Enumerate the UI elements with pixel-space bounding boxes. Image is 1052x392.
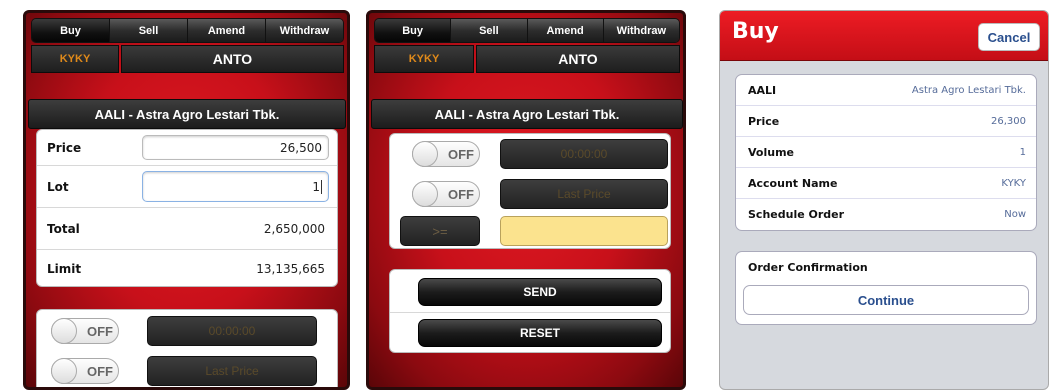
toggle-knob	[51, 358, 77, 384]
lot-row: Lot 1	[37, 166, 337, 208]
tab-buy[interactable]: Buy	[32, 19, 110, 42]
total-value: 2,650,000	[263, 221, 325, 236]
order-summary-table: AALI Astra Agro Lestari Tbk. Price 26,30…	[735, 74, 1037, 231]
toggle-knob	[412, 141, 438, 167]
price-toggle[interactable]: OFF	[51, 358, 119, 384]
nav-bar: Buy Cancel	[720, 11, 1048, 61]
summary-row: Price 26,300	[736, 106, 1036, 137]
tab-sell[interactable]: Sell	[451, 19, 528, 42]
toggle-knob	[412, 181, 438, 207]
summary-value: KYKY	[1001, 177, 1026, 189]
tab-amend[interactable]: Amend	[188, 19, 266, 42]
limit-value: 13,135,665	[256, 262, 325, 276]
summary-label: Schedule Order	[748, 208, 845, 221]
time-toggle[interactable]: OFF	[412, 141, 480, 167]
confirmation-section: Order Confirmation Continue	[735, 251, 1037, 325]
summary-label: Volume	[748, 145, 794, 159]
text-caret	[321, 179, 322, 194]
time-toggle[interactable]: OFF	[51, 318, 119, 344]
order-type-tabs: Buy Sell Amend Withdraw	[374, 18, 680, 43]
last-price-field[interactable]: Last Price	[147, 356, 317, 386]
price-value: 26,500	[280, 140, 322, 155]
order-confirmation-label: Order Confirmation	[748, 261, 868, 274]
price-toggle[interactable]: OFF	[412, 181, 480, 207]
order-screen-buy: Buy Sell Amend Withdraw KYKY ANTO AALI -…	[23, 10, 350, 390]
limit-row: Limit 13,135,665	[37, 250, 337, 286]
summary-value: 26,300	[991, 115, 1026, 127]
summary-value: 1	[1019, 146, 1026, 158]
summary-label: AALI	[748, 83, 777, 97]
stock-selector[interactable]: AALI - Astra Agro Lestari Tbk.	[371, 99, 683, 129]
tab-amend[interactable]: Amend	[527, 19, 604, 42]
order-confirmation-screen: Buy Cancel AALI Astra Agro Lestari Tbk. …	[719, 10, 1049, 390]
price-label: Price	[47, 140, 82, 155]
summary-row: Account Name KYKY	[736, 168, 1036, 199]
toggle-knob	[51, 318, 77, 344]
lot-input[interactable]: 1	[142, 171, 329, 202]
order-form: Price 26,500 Lot 1 Total 2,650,000 Limit…	[36, 129, 338, 287]
price-input[interactable]: 26,500	[142, 135, 329, 160]
continue-button[interactable]: Continue	[743, 285, 1029, 315]
operator-selector[interactable]: >=	[400, 216, 480, 246]
summary-row: AALI Astra Agro Lestari Tbk.	[736, 75, 1036, 106]
action-panel: SEND RESET	[389, 269, 671, 353]
schedule-panel: OFF 00:00:00 OFF Last Price	[36, 309, 338, 387]
account-name[interactable]: ANTO	[476, 45, 680, 73]
limit-label: Limit	[47, 262, 82, 276]
toggle-off-label: OFF	[448, 186, 474, 202]
price-row: Price 26,500	[37, 130, 337, 166]
summary-label: Account Name	[748, 176, 838, 190]
order-type-tabs: Buy Sell Amend Withdraw	[31, 18, 344, 43]
time-field[interactable]: 00:00:00	[500, 139, 668, 169]
tab-withdraw[interactable]: Withdraw	[266, 19, 343, 42]
toggle-off-label: OFF	[448, 146, 474, 162]
toggle-off-label: OFF	[87, 323, 113, 339]
page-title: Buy	[732, 19, 779, 44]
summary-row: Volume 1	[736, 137, 1036, 168]
total-label: Total	[47, 221, 80, 236]
time-field[interactable]: 00:00:00	[147, 316, 317, 346]
summary-label: Price	[748, 114, 780, 128]
account-name[interactable]: ANTO	[121, 45, 344, 73]
account-code[interactable]: KYKY	[31, 45, 119, 73]
tab-buy[interactable]: Buy	[375, 19, 452, 42]
tab-sell[interactable]: Sell	[110, 19, 188, 42]
lot-value: 1	[312, 179, 320, 194]
schedule-panel: OFF 00:00:00 OFF Last Price >=	[389, 133, 671, 249]
account-code[interactable]: KYKY	[374, 45, 474, 73]
total-row: Total 2,650,000	[37, 208, 337, 250]
trigger-price-input[interactable]	[500, 216, 668, 246]
summary-value: Astra Agro Lestari Tbk.	[911, 84, 1026, 96]
stock-selector[interactable]: AALI - Astra Agro Lestari Tbk.	[28, 99, 346, 129]
summary-row: Schedule Order Now	[736, 199, 1036, 230]
send-button[interactable]: SEND	[418, 278, 662, 306]
summary-value: Now	[1004, 209, 1026, 220]
cancel-button[interactable]: Cancel	[978, 23, 1040, 51]
lot-label: Lot	[47, 179, 69, 194]
toggle-off-label: OFF	[87, 363, 113, 379]
last-price-field[interactable]: Last Price	[500, 179, 668, 209]
order-screen-schedule: Buy Sell Amend Withdraw KYKY ANTO AALI -…	[366, 10, 686, 390]
tab-withdraw[interactable]: Withdraw	[603, 19, 679, 42]
divider	[390, 312, 670, 313]
reset-button[interactable]: RESET	[418, 319, 662, 347]
